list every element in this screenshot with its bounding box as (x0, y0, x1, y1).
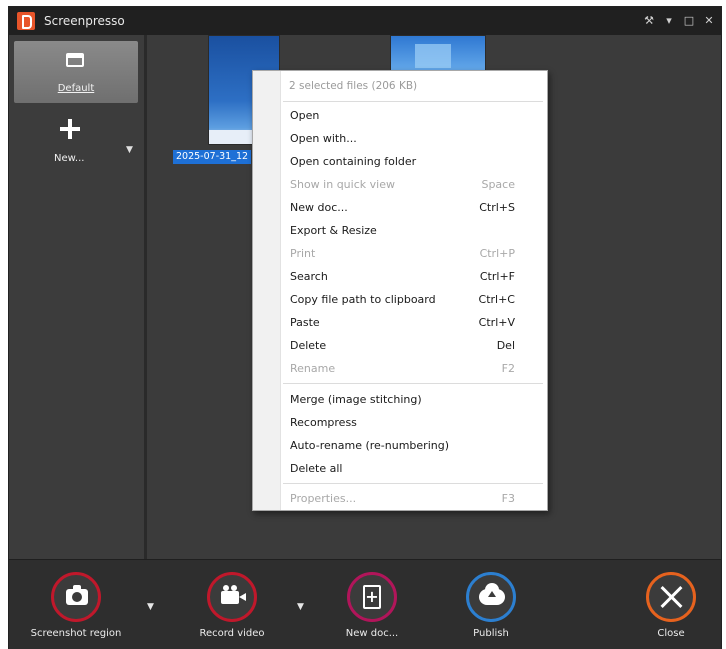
publish-ring (466, 572, 516, 622)
new-doc-button[interactable]: New doc... (329, 572, 415, 639)
menu-item-label: Delete all (290, 462, 343, 475)
menu-item-open-containing-folder[interactable]: Open containing folder (282, 150, 545, 173)
menu-item-label: Recompress (290, 416, 357, 429)
menu-item-auto-rename[interactable]: Auto-rename (re-numbering) (282, 434, 545, 457)
close-button[interactable]: Close (641, 572, 701, 639)
record-video-ring (207, 572, 257, 622)
folder-icon (66, 53, 84, 67)
menu-item-label: Print (290, 247, 316, 260)
menu-item-label: Paste (290, 316, 320, 329)
menu-item-properties[interactable]: Properties... F3 (282, 487, 545, 510)
menu-item-print[interactable]: Print Ctrl+P (282, 242, 545, 265)
close-x-icon (649, 575, 693, 619)
menu-item-shortcut: Ctrl+F (479, 270, 515, 283)
screenpresso-logo-icon (17, 12, 35, 30)
camera-icon (66, 585, 88, 605)
bottom-toolbar: Screenshot region ▼ Record video ▼ New d… (9, 559, 721, 649)
window-controls: ⚒ ▾ □ ✕ (643, 7, 715, 35)
new-doc-ring (347, 572, 397, 622)
menu-item-label: Show in quick view (290, 178, 395, 191)
screenshot-region-button[interactable]: Screenshot region (19, 572, 133, 639)
menu-item-search[interactable]: Search Ctrl+F (282, 265, 545, 288)
menu-item-open-with[interactable]: Open with... (282, 127, 545, 150)
menu-item-shortcut: Ctrl+P (479, 247, 515, 260)
workspace-default-label: Default (57, 83, 95, 94)
new-document-icon (363, 585, 381, 609)
menu-icon-gutter (253, 71, 281, 510)
menu-separator (283, 483, 543, 484)
menu-item-label: Merge (image stitching) (290, 393, 422, 406)
menu-separator (283, 101, 543, 102)
record-video-button[interactable]: Record video (189, 572, 275, 639)
menu-item-shortcut: Ctrl+C (478, 293, 515, 306)
menu-separator (283, 383, 543, 384)
menu-item-shortcut: F3 (501, 492, 515, 505)
screenshot-region-ring (51, 572, 101, 622)
menu-item-label: Open containing folder (290, 155, 417, 168)
menu-item-shortcut: Space (481, 178, 515, 191)
sidebar: Default New... ▼ (9, 35, 147, 559)
menu-item-merge[interactable]: Merge (image stitching) (282, 388, 545, 411)
plus-icon (60, 119, 80, 139)
screenshot-region-label: Screenshot region (30, 628, 122, 639)
menu-item-delete-all[interactable]: Delete all (282, 457, 545, 480)
menu-item-show-in-quick-view[interactable]: Show in quick view Space (282, 173, 545, 196)
menu-item-shortcut: Ctrl+V (478, 316, 515, 329)
new-doc-label: New doc... (345, 628, 399, 639)
new-workspace-label: New... (54, 153, 85, 164)
menu-item-label: Copy file path to clipboard (290, 293, 436, 306)
close-label: Close (657, 628, 685, 639)
menu-item-paste[interactable]: Paste Ctrl+V (282, 311, 545, 334)
menu-item-label: Rename (290, 362, 336, 375)
menu-item-recompress[interactable]: Recompress (282, 411, 545, 434)
close-ring (646, 572, 696, 622)
close-icon[interactable]: ✕ (703, 15, 715, 27)
menu-item-copy-file-path[interactable]: Copy file path to clipboard Ctrl+C (282, 288, 545, 311)
menu-item-label: Export & Resize (290, 224, 377, 237)
record-dropdown-arrow-icon[interactable]: ▼ (297, 602, 304, 612)
menu-item-label: Auto-rename (re-numbering) (290, 439, 449, 452)
menu-item-label: Properties... (290, 492, 357, 505)
publish-button[interactable]: Publish (461, 572, 521, 639)
new-dropdown-arrow-icon[interactable]: ▼ (126, 145, 133, 155)
workspace-default-button[interactable]: Default (14, 41, 138, 103)
screenshot-dropdown-arrow-icon[interactable]: ▼ (147, 602, 154, 612)
menu-item-shortcut: Del (496, 339, 515, 352)
record-video-label: Record video (199, 628, 265, 639)
cloud-upload-icon (479, 583, 505, 605)
context-menu: 2 selected files (206 KB) Open Open with… (252, 70, 548, 511)
window-title: Screenpresso (44, 14, 125, 28)
thumbnail-filename-label[interactable]: 2025-07-31_12 (173, 150, 252, 164)
context-menu-header: 2 selected files (206 KB) (289, 80, 418, 92)
menu-item-shortcut: Ctrl+S (479, 201, 515, 214)
menu-item-new-doc[interactable]: New doc... Ctrl+S (282, 196, 545, 219)
menu-item-label: Open with... (290, 132, 357, 145)
menu-item-label: Delete (290, 339, 327, 352)
menu-item-shortcut: F2 (501, 362, 515, 375)
menu-item-delete[interactable]: Delete Del (282, 334, 545, 357)
new-workspace-button[interactable]: New... ▼ (14, 115, 138, 177)
title-bar: Screenpresso ⚒ ▾ □ ✕ (9, 7, 721, 35)
publish-label: Publish (473, 628, 509, 639)
restore-icon[interactable]: □ (683, 15, 695, 27)
video-camera-icon (221, 585, 246, 604)
menu-item-export-resize[interactable]: Export & Resize (282, 219, 545, 242)
menu-item-label: New doc... (290, 201, 348, 214)
menu-item-open[interactable]: Open (282, 104, 545, 127)
menu-item-label: Search (290, 270, 328, 283)
menu-item-label: Open (290, 109, 320, 122)
chevron-down-icon[interactable]: ▾ (663, 15, 675, 27)
menu-item-rename[interactable]: Rename F2 (282, 357, 545, 380)
wrench-icon[interactable]: ⚒ (643, 15, 655, 27)
